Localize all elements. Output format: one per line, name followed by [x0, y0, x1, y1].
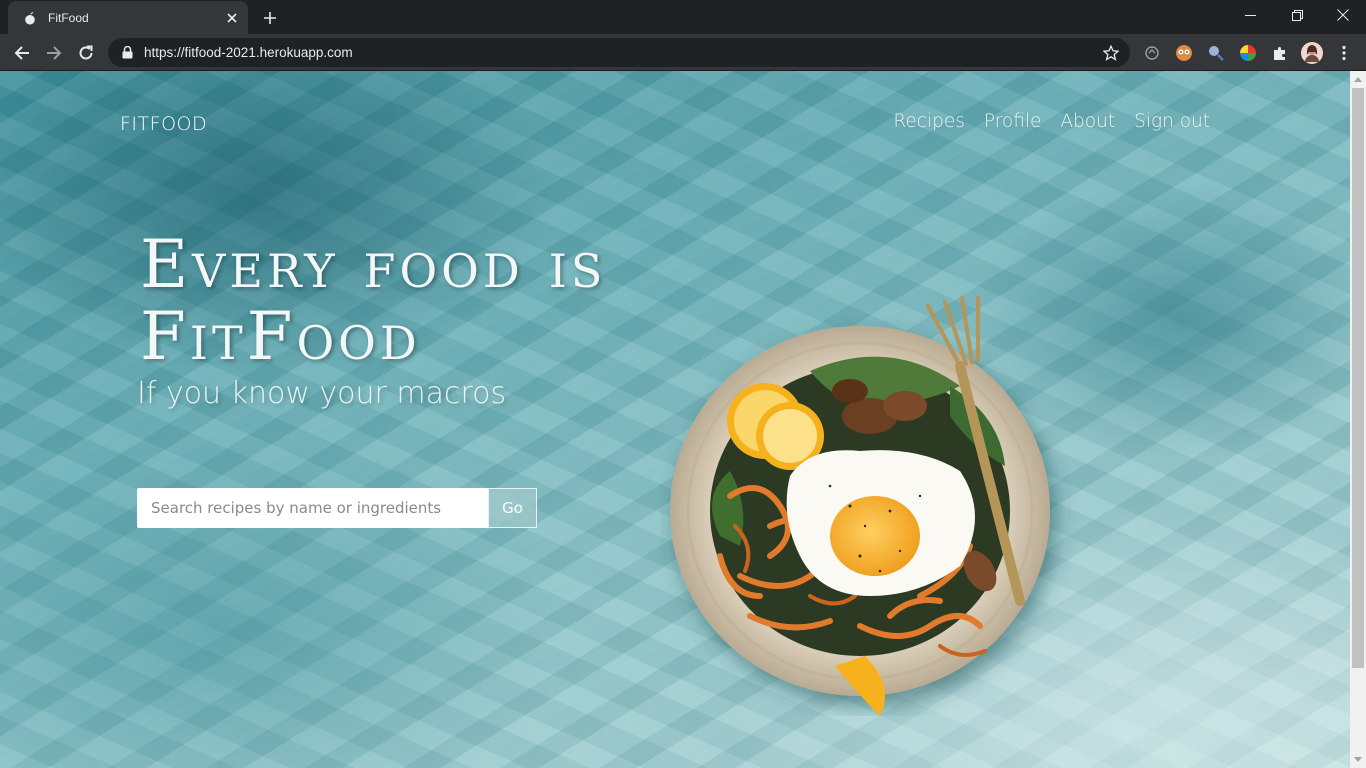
browser-tabstrip: FitFood: [0, 0, 1366, 34]
scroll-up-icon[interactable]: [1350, 71, 1366, 87]
back-icon[interactable]: [8, 39, 36, 67]
tab-close-icon[interactable]: [222, 8, 242, 28]
address-bar[interactable]: https://fitfood-2021.herokuapp.com: [108, 38, 1130, 67]
tab-title: FitFood: [48, 10, 89, 25]
hero-subtitle: If you know your macros: [137, 376, 507, 411]
reload-icon[interactable]: [72, 39, 100, 67]
apple-icon: [22, 10, 38, 26]
eyes-extension-icon[interactable]: [1173, 42, 1195, 64]
magnifier-extension-icon[interactable]: [1205, 42, 1227, 64]
browser-tab[interactable]: FitFood: [8, 1, 248, 34]
nav-profile[interactable]: Profile: [984, 111, 1042, 132]
recipe-search-form: Go: [137, 488, 537, 528]
kebab-menu-icon[interactable]: [1333, 42, 1355, 64]
food-bowl-image: [670, 296, 1050, 716]
new-tab-button[interactable]: [258, 6, 282, 30]
color-wheel-extension-icon[interactable]: [1237, 42, 1259, 64]
puzzle-icon[interactable]: [1269, 42, 1291, 64]
page-viewport: FITFOOD Recipes Profile About Sign out E…: [0, 71, 1350, 768]
lock-icon: [122, 46, 134, 60]
nav-sign-out[interactable]: Sign out: [1134, 111, 1210, 132]
restore-icon[interactable]: [1274, 0, 1320, 30]
url-text: https://fitfood-2021.herokuapp.com: [144, 45, 353, 60]
window-close-icon[interactable]: [1320, 0, 1366, 30]
recipe-search-input[interactable]: [137, 488, 488, 528]
minimize-icon[interactable]: [1227, 0, 1273, 30]
go-button[interactable]: Go: [488, 488, 537, 528]
nav-recipes[interactable]: Recipes: [893, 111, 964, 132]
hero-title: Every food is FitFood: [140, 226, 607, 375]
scrollbar-thumb[interactable]: [1352, 88, 1364, 668]
browser-toolbar: https://fitfood-2021.herokuapp.com: [0, 34, 1366, 71]
nav-about[interactable]: About: [1060, 111, 1115, 132]
site-nav: Recipes Profile About Sign out: [893, 111, 1210, 132]
page-scrollbar[interactable]: [1350, 71, 1366, 768]
bookmark-star-icon[interactable]: [1096, 44, 1126, 61]
scroll-down-icon[interactable]: [1350, 752, 1366, 768]
sync-icon[interactable]: [1141, 42, 1163, 64]
site-brand[interactable]: FITFOOD: [120, 113, 207, 135]
avatar[interactable]: [1301, 42, 1323, 64]
forward-icon[interactable]: [40, 39, 68, 67]
